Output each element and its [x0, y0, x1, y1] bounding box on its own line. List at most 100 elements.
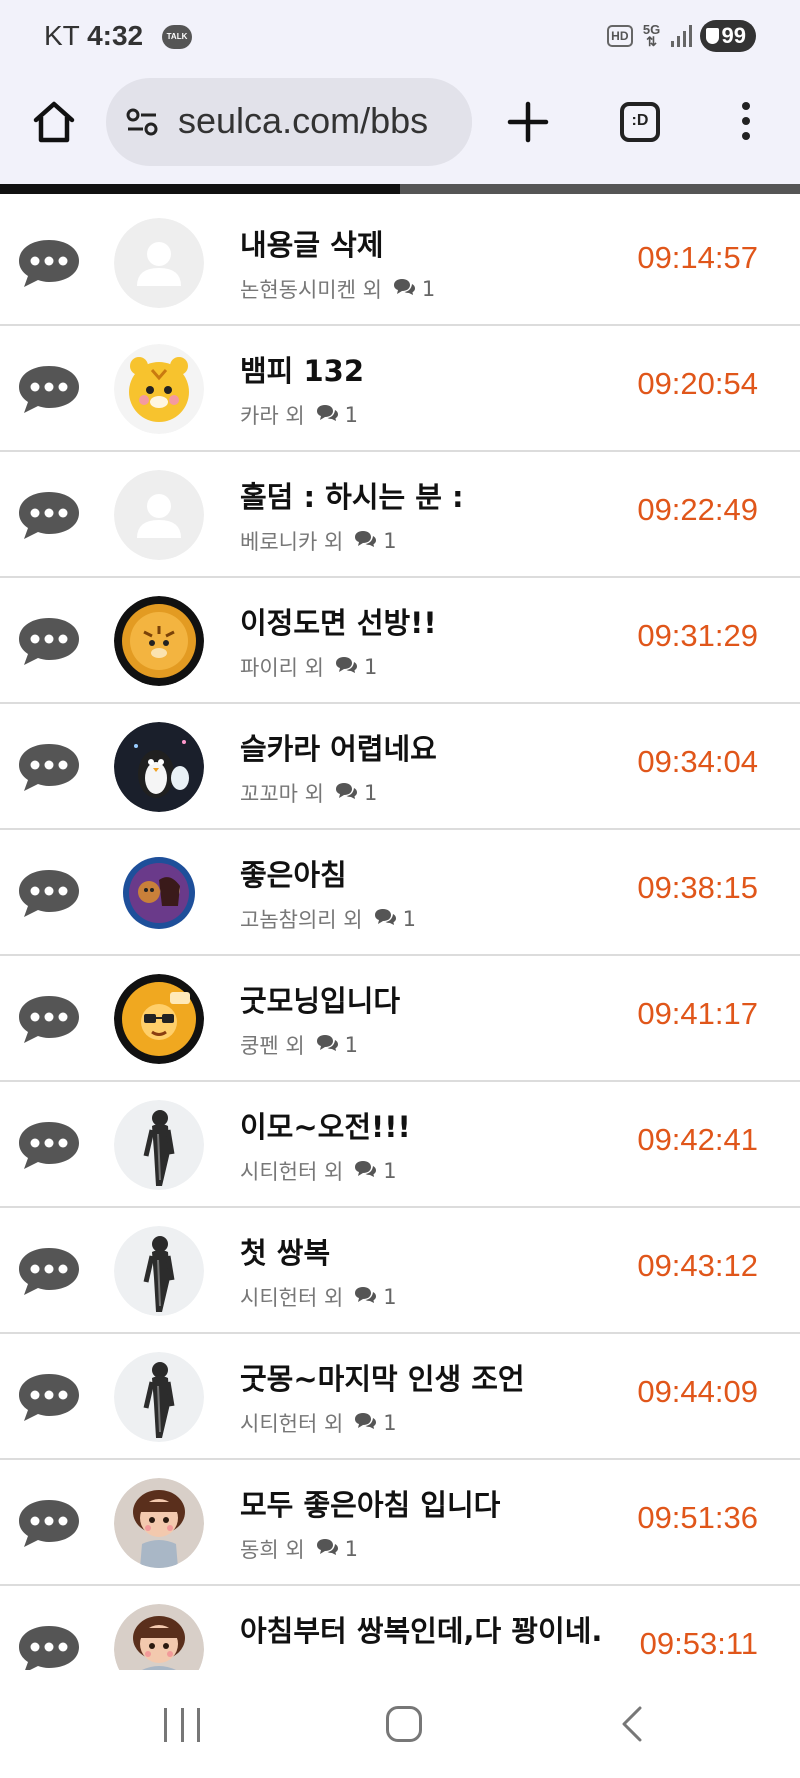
status-bar: KT 4:32 TALK HD 5G ⇅ 99 — [0, 0, 800, 72]
chat-bubble-icon — [16, 1496, 82, 1550]
chat-bubble-icon — [16, 866, 82, 920]
nav-back-icon[interactable] — [612, 1704, 652, 1744]
comment-icon — [353, 1285, 377, 1310]
post-meta: 시티헌터 외 1 — [240, 1408, 397, 1438]
post-author: 시티헌터 외 — [240, 1412, 344, 1436]
comment-count-value: 1 — [383, 529, 397, 553]
more-vert-icon[interactable] — [732, 102, 760, 144]
post-row[interactable]: 아침부터 쌍복인데,다 꽝이네. 09:53:11 — [0, 1586, 800, 1670]
post-time: 09:20:54 — [637, 366, 758, 401]
post-row[interactable]: 굿몽~마지막 인생 조언 시티헌터 외 1 09:44:09 — [0, 1334, 800, 1460]
comment-icon — [315, 1033, 339, 1058]
comment-icon — [353, 1159, 377, 1184]
post-title[interactable]: 좋은아침 — [240, 852, 347, 894]
comment-icon — [373, 907, 397, 932]
system-nav-bar — [0, 1670, 800, 1778]
post-title[interactable]: 뱀피 132 — [240, 348, 364, 390]
post-title[interactable]: 굿모닝입니다 — [240, 978, 400, 1020]
post-row[interactable]: 좋은아침 고놈참의리 외 1 09:38:15 — [0, 830, 800, 956]
avatar — [114, 344, 204, 434]
post-title[interactable]: 홀덤 : 하시는 분 : — [240, 474, 464, 516]
post-row[interactable]: 슬카라 어렵네요 꼬꼬마 외 1 09:34:04 — [0, 704, 800, 830]
avatar — [114, 848, 204, 938]
post-row[interactable]: 굿모닝입니다 쿵펜 외 1 09:41:17 — [0, 956, 800, 1082]
tab-switcher-icon[interactable]: :D — [620, 102, 660, 142]
address-bar[interactable]: seulca.com/bbs — [106, 78, 472, 166]
comment-count-value: 1 — [363, 781, 378, 805]
comment-count: 1 — [315, 1537, 358, 1562]
post-author: 베로니카 외 — [240, 530, 344, 554]
signal-icon — [670, 25, 692, 47]
carrier-and-time: KT 4:32 — [44, 20, 143, 52]
post-author: 꼬꼬마 외 — [240, 782, 324, 806]
home-icon[interactable] — [30, 98, 78, 146]
post-author: 카라 외 — [240, 404, 305, 428]
chat-bubble-icon — [16, 740, 82, 794]
avatar — [114, 1352, 204, 1442]
progress-fill — [0, 184, 400, 194]
url-text[interactable]: seulca.com/bbs — [178, 100, 428, 142]
comment-icon — [353, 529, 377, 554]
post-title[interactable]: 내용글 삭제 — [240, 222, 384, 264]
comment-count: 1 — [353, 1411, 397, 1436]
post-title[interactable]: 모두 좋은아침 입니다 — [240, 1482, 500, 1524]
post-row[interactable]: 이정도면 선방!! 파이리 외 1 09:31:29 — [0, 578, 800, 704]
post-row[interactable]: 내용글 삭제 논현동시미켄 외 1 09:14:57 — [0, 200, 800, 326]
chat-bubble-icon — [16, 1622, 82, 1670]
post-title[interactable]: 슬카라 어렵네요 — [240, 726, 437, 768]
post-author: 논현동시미켄 외 — [240, 278, 382, 302]
post-row[interactable]: 뱀피 132 카라 외 1 09:20:54 — [0, 326, 800, 452]
comment-icon — [392, 277, 416, 302]
post-time: 09:22:49 — [637, 492, 758, 527]
post-title[interactable]: 이정도면 선방!! — [240, 600, 437, 642]
comment-count-value: 1 — [363, 655, 378, 679]
comment-icon — [315, 403, 339, 428]
comment-icon — [315, 1537, 339, 1562]
post-time: 09:43:12 — [637, 1248, 758, 1283]
chat-bubble-icon — [16, 614, 82, 668]
battery-level: 99 — [721, 23, 746, 48]
post-author: 파이리 외 — [240, 656, 324, 680]
chat-bubble-icon — [16, 488, 82, 542]
post-meta: 파이리 외 1 — [240, 652, 377, 682]
comment-icon — [353, 1411, 377, 1436]
status-icons: HD 5G ⇅ 99 — [607, 20, 756, 52]
plus-icon[interactable] — [504, 98, 552, 146]
post-author: 시티헌터 외 — [240, 1286, 344, 1310]
post-title[interactable]: 굿몽~마지막 인생 조언 — [240, 1356, 525, 1398]
post-meta: 고놈참의리 외 1 — [240, 904, 416, 934]
post-title[interactable]: 첫 쌍복 — [240, 1230, 330, 1272]
clock: 4:32 — [87, 20, 144, 51]
post-row[interactable]: 모두 좋은아침 입니다 동희 외 1 09:51:36 — [0, 1460, 800, 1586]
recent-apps-icon[interactable] — [164, 1708, 200, 1742]
comment-count-value: 1 — [383, 1159, 397, 1183]
talk-notification-icon: TALK — [162, 25, 192, 49]
network-label: 5G — [642, 22, 661, 37]
comment-count-value: 1 — [421, 277, 436, 301]
post-title[interactable]: 아침부터 쌍복인데,다 꽝이네. — [240, 1608, 602, 1650]
hd-voice-icon: HD — [607, 25, 633, 47]
comment-icon — [334, 655, 358, 680]
comment-count: 1 — [373, 907, 416, 932]
post-time: 09:42:41 — [637, 1122, 758, 1157]
nav-home-icon[interactable] — [386, 1706, 422, 1742]
avatar — [114, 722, 204, 812]
post-list: 내용글 삭제 논현동시미켄 외 1 09:14:57 뱀피 132 카라 외 1 09:20:… — [0, 200, 800, 1670]
post-author: 동희 외 — [240, 1538, 305, 1562]
comment-count-value: 1 — [344, 1537, 359, 1561]
post-time: 09:41:17 — [637, 996, 758, 1031]
comment-count: 1 — [315, 1033, 358, 1058]
tune-icon[interactable] — [124, 104, 160, 140]
post-row[interactable]: 첫 쌍복 시티헌터 외 1 09:43:12 — [0, 1208, 800, 1334]
comment-count: 1 — [392, 277, 435, 302]
comment-count-value: 1 — [383, 1411, 397, 1435]
battery-protect-icon — [705, 28, 719, 44]
post-row[interactable]: 홀덤 : 하시는 분 : 베로니카 외 1 09:22:49 — [0, 452, 800, 578]
post-row[interactable]: 이모~오전!!! 시티헌터 외 1 09:42:41 — [0, 1082, 800, 1208]
comment-count-value: 1 — [344, 403, 359, 427]
chat-bubble-icon — [16, 1370, 82, 1424]
avatar — [114, 596, 204, 686]
post-title[interactable]: 이모~오전!!! — [240, 1104, 411, 1146]
chat-bubble-icon — [16, 1118, 82, 1172]
comment-count: 1 — [353, 1159, 397, 1184]
